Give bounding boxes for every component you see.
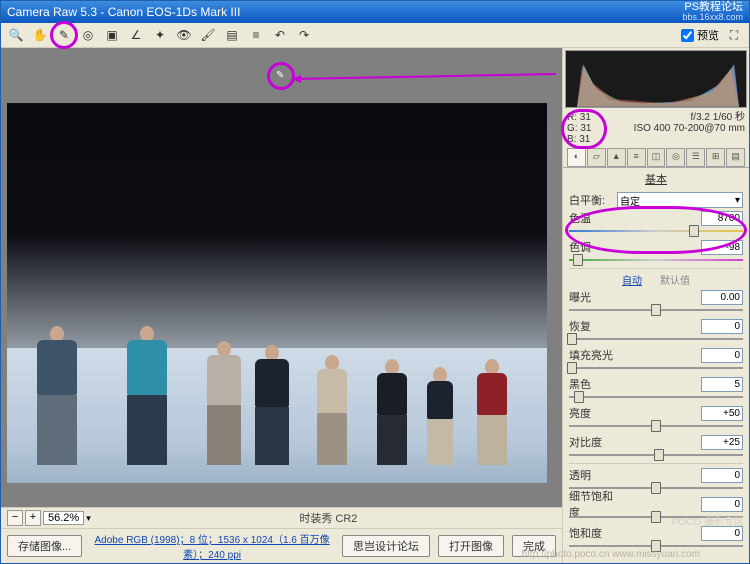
tab-preset[interactable]: ⊞ <box>706 148 725 167</box>
toolbar: 🔍 ✋ ✎ ◎ ▣ ∠ ✦ 👁 🖌 ▤ ≡ ↶ ↷ 预览 ⛶ <box>1 23 749 48</box>
straighten-tool-icon[interactable]: ∠ <box>127 26 145 44</box>
image-canvas-area: ✎ <box>7 54 556 501</box>
tab-lens[interactable]: ◎ <box>666 148 685 167</box>
wb-label: 白平衡: <box>569 192 617 208</box>
slider-label: 对比度 <box>569 434 617 450</box>
color-sampler-icon[interactable]: ◎ <box>79 26 97 44</box>
temp-slider[interactable] <box>569 228 743 234</box>
eyedropper-icon: ✎ <box>276 70 284 81</box>
slider-透明[interactable] <box>569 485 743 491</box>
crop-tool-icon[interactable]: ▣ <box>103 26 121 44</box>
title-right: PS教程论坛 bbs.16xx8.com <box>682 2 743 22</box>
graduated-filter-icon[interactable]: ▤ <box>223 26 241 44</box>
white-balance-tool-icon[interactable]: ✎ <box>55 26 73 44</box>
slider-曝光[interactable] <box>569 307 743 313</box>
adjustment-brush-icon[interactable]: 🖌 <box>199 26 217 44</box>
slider-黑色[interactable] <box>569 394 743 400</box>
hand-tool-icon[interactable]: ✋ <box>31 26 49 44</box>
tab-calib[interactable]: ☰ <box>686 148 705 167</box>
slider-填充亮光[interactable] <box>569 365 743 371</box>
slider-value[interactable]: 5 <box>701 377 743 392</box>
save-image-button[interactable]: 存储图像... <box>7 535 82 557</box>
tab-detail[interactable]: ▲ <box>607 148 626 167</box>
slider-label: 黑色 <box>569 376 617 392</box>
watermark: POCO 摄影专区 <box>672 513 744 528</box>
histogram[interactable] <box>565 50 747 108</box>
bottom-bar: 存储图像... Adobe RGB (1998)；8 位；1536 x 1024… <box>1 528 562 563</box>
panel-title: 基本 <box>563 171 749 187</box>
annotation-arrow <box>292 72 562 86</box>
cancel-button[interactable]: 打开图像 <box>438 535 504 557</box>
watermark-url: http://photo.poco.cn www.missyuan.com <box>522 549 700 560</box>
tab-snap[interactable]: ▤ <box>726 148 745 167</box>
exif-iso: ISO 400 70-200@70 mm <box>634 123 745 134</box>
zoom-level[interactable]: 56.2% <box>43 511 84 525</box>
slider-value[interactable]: 0.00 <box>701 290 743 305</box>
preview-checkbox[interactable]: 预览 <box>681 27 719 43</box>
tab-curve[interactable]: ▱ <box>587 148 606 167</box>
slider-value[interactable]: 0 <box>701 468 743 483</box>
status-bar: − + 56.2% ▾ 时装秀 CR2 <box>1 507 562 528</box>
slider-恢复[interactable] <box>569 336 743 342</box>
slider-对比度[interactable] <box>569 452 743 458</box>
zoom-controls[interactable]: − + 56.2% ▾ <box>7 510 91 526</box>
slider-label: 恢复 <box>569 318 617 334</box>
info-readout: R: 31 G: 31 B: 31 f/3.2 1/60 秒 ISO 400 7… <box>567 112 745 145</box>
tab-basic[interactable]: ◐ <box>567 148 586 167</box>
zoom-out-icon[interactable]: − <box>7 510 23 526</box>
tab-strip: ◐ ▱ ▲ ≡ ◫ ◎ ☰ ⊞ ▤ <box>563 147 749 168</box>
slider-label: 填充亮光 <box>569 347 617 363</box>
annotation-circle <box>50 21 78 49</box>
redeye-tool-icon[interactable]: 👁 <box>175 26 193 44</box>
slider-value[interactable]: 0 <box>701 497 743 512</box>
slider-label: 亮度 <box>569 405 617 421</box>
zoom-in-icon[interactable]: + <box>25 510 41 526</box>
title-bar: Camera Raw 5.3 - Canon EOS-1Ds Mark III … <box>1 1 749 23</box>
slider-label: 曝光 <box>569 289 617 305</box>
slider-value[interactable]: 0 <box>701 348 743 363</box>
fullscreen-icon[interactable]: ⛶ <box>725 26 743 44</box>
tab-split[interactable]: ◫ <box>647 148 666 167</box>
annotation-rgb-oval <box>561 109 607 149</box>
slider-value[interactable]: +25 <box>701 435 743 450</box>
slider-亮度[interactable] <box>569 423 743 429</box>
prefs-icon[interactable]: ≡ <box>247 26 265 44</box>
subtab-auto[interactable]: 自动 <box>622 272 642 287</box>
slider-label: 透明 <box>569 467 617 483</box>
filename: 时装秀 CR2 <box>101 510 556 526</box>
rotate-cw-icon[interactable]: ↷ <box>295 26 313 44</box>
auto-default-tabs: 自动 默认值 <box>569 272 743 287</box>
window-title: Camera Raw 5.3 - Canon EOS-1Ds Mark III <box>7 5 240 19</box>
slider-value[interactable]: +50 <box>701 406 743 421</box>
zoom-tool-icon[interactable]: 🔍 <box>7 26 25 44</box>
chevron-down-icon: ▾ <box>735 195 740 206</box>
image-preview[interactable] <box>7 103 547 483</box>
tab-hsl[interactable]: ≡ <box>627 148 646 167</box>
workflow-link[interactable]: Adobe RGB (1998)；8 位；1536 x 1024（1.6 百万像… <box>90 531 334 561</box>
exif-aperture: f/3.2 1/60 秒 <box>634 112 745 123</box>
tint-slider[interactable] <box>569 257 743 263</box>
spot-removal-icon[interactable]: ✦ <box>151 26 169 44</box>
slider-label: 饱和度 <box>569 525 617 541</box>
right-panel: R: 31 G: 31 B: 31 f/3.2 1/60 秒 ISO 400 7… <box>562 48 749 563</box>
subtab-default[interactable]: 默认值 <box>660 272 690 287</box>
open-image-button[interactable]: 思岂设计论坛 <box>342 535 430 557</box>
slider-value[interactable]: 0 <box>701 319 743 334</box>
rotate-ccw-icon[interactable]: ↶ <box>271 26 289 44</box>
